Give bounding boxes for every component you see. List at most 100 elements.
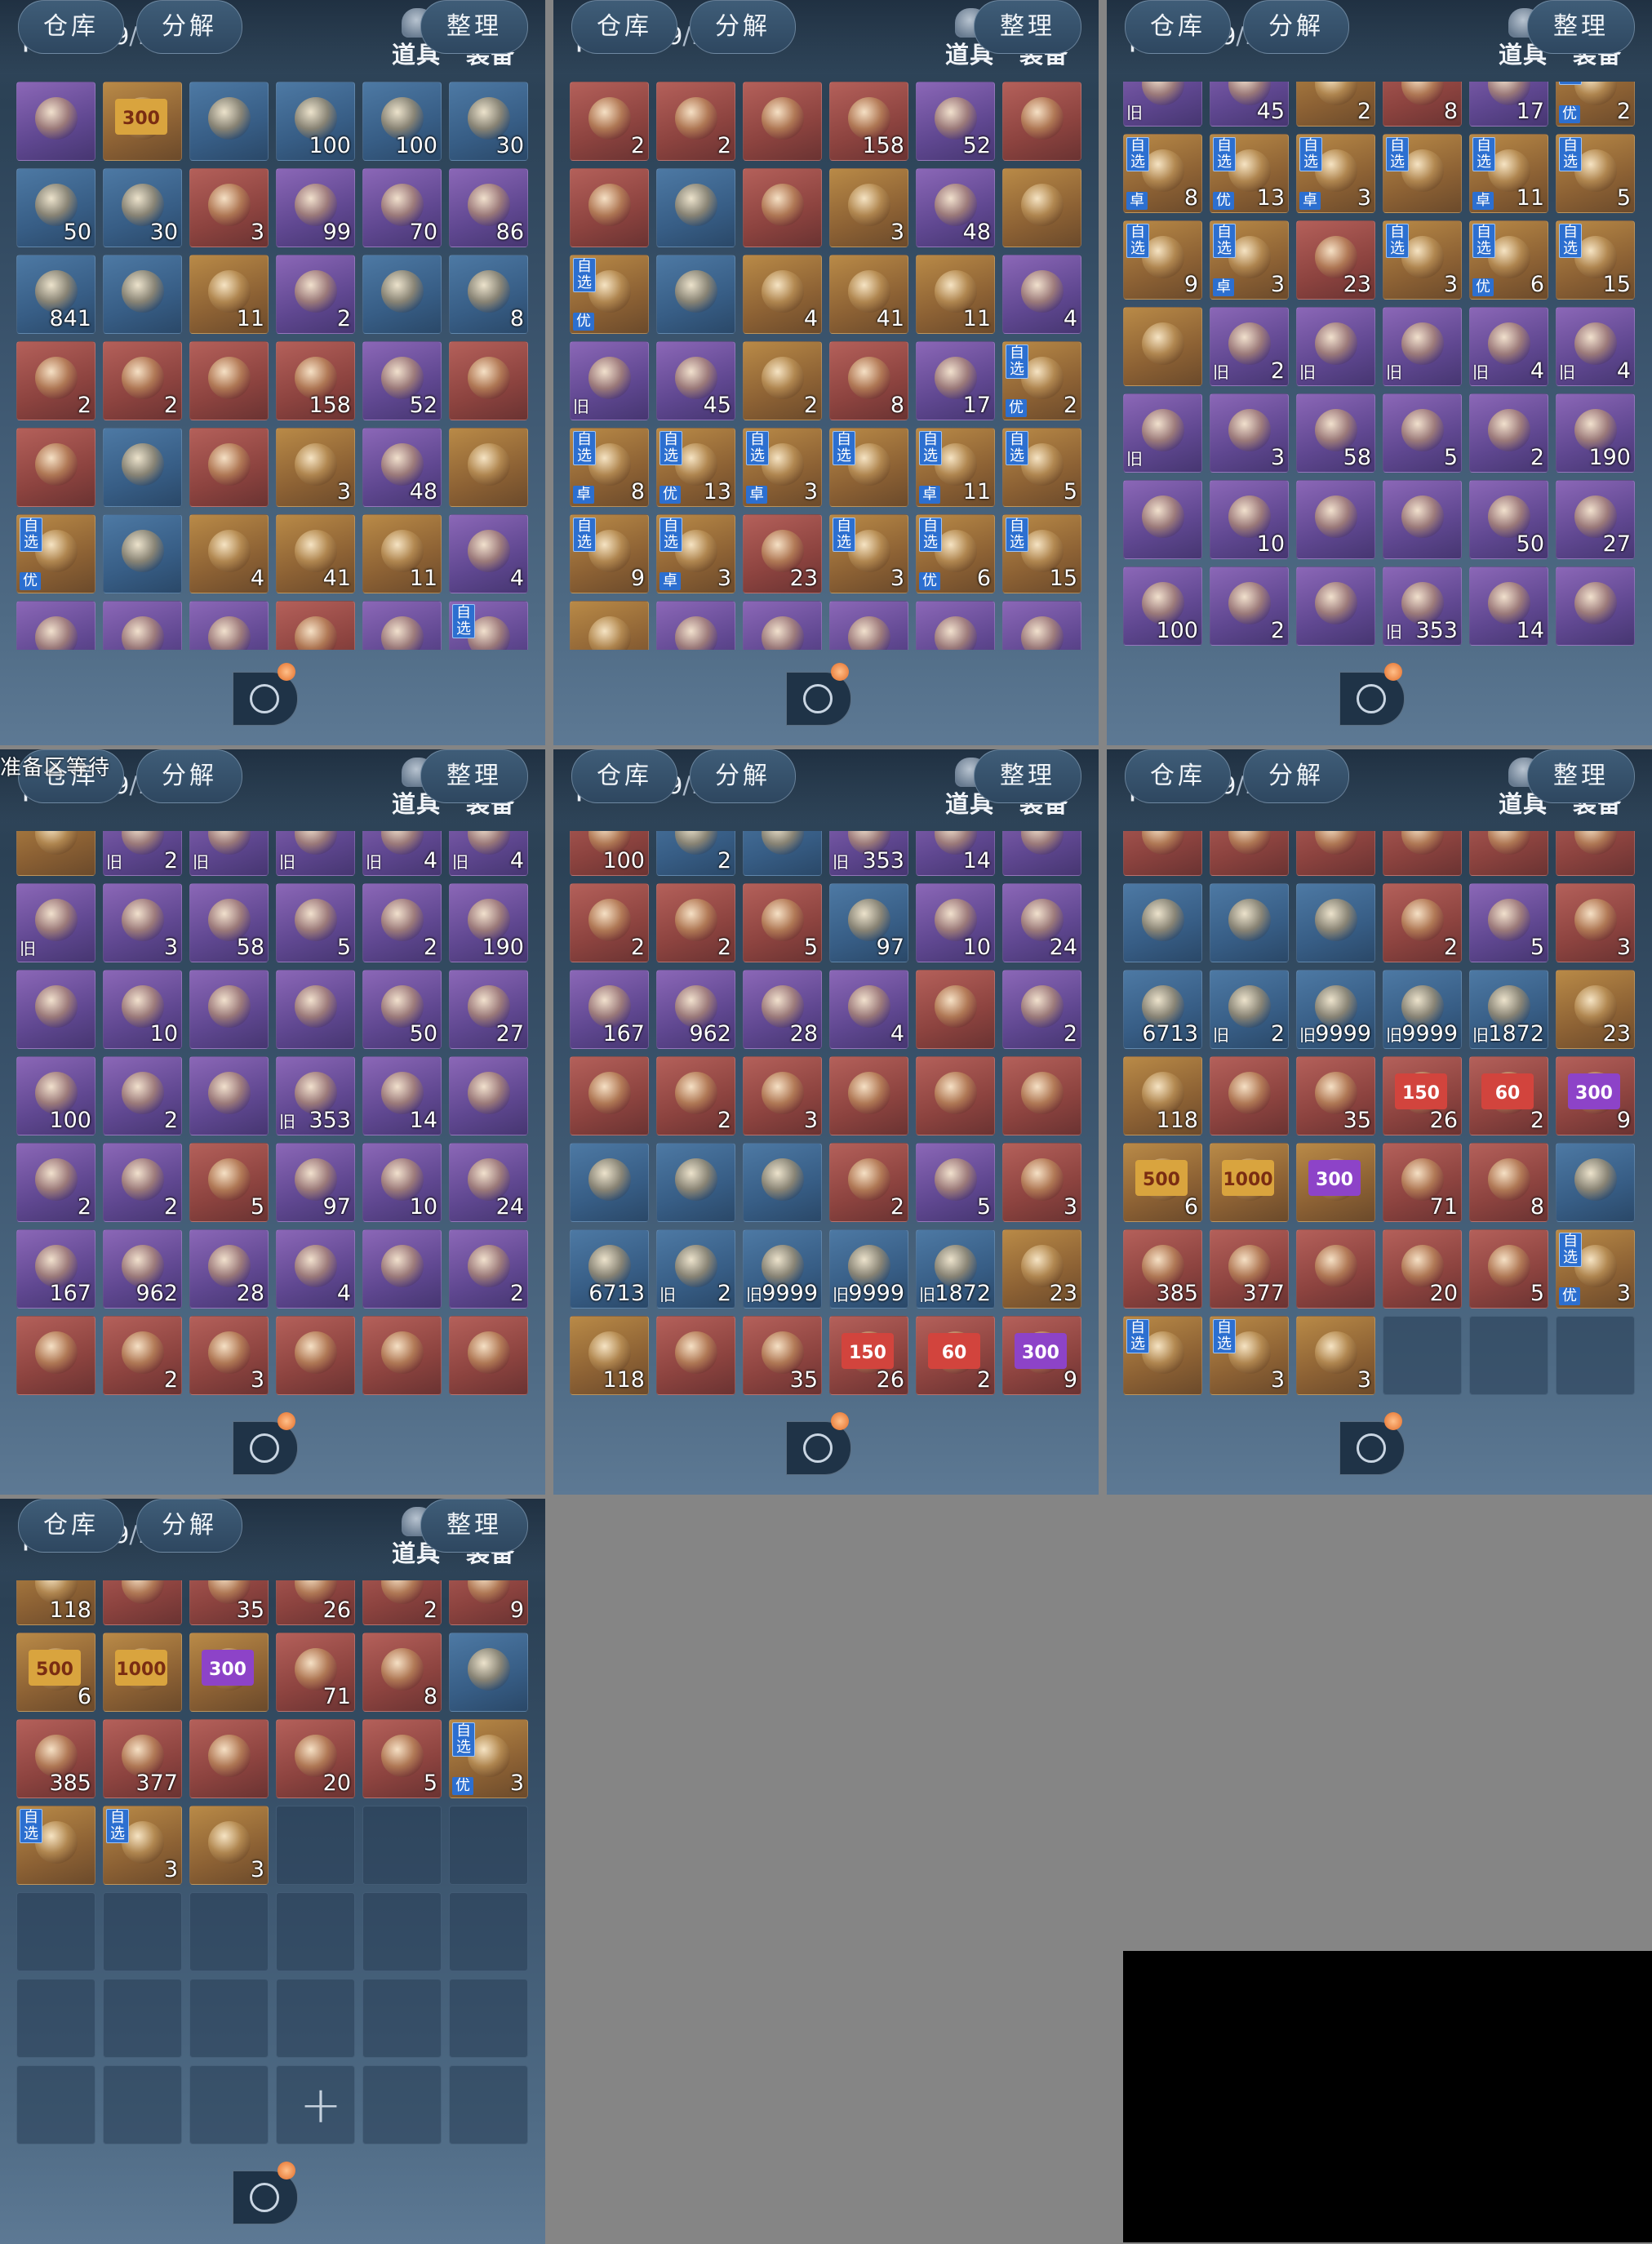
item-slot[interactable] [103, 255, 182, 334]
warehouse-button[interactable]: 仓库 [571, 749, 677, 803]
item-slot[interactable] [16, 1316, 95, 1395]
item-slot[interactable] [189, 2065, 269, 2144]
item-slot[interactable]: 旧 [570, 341, 649, 420]
warehouse-button[interactable]: 仓库 [571, 0, 677, 54]
item-slot[interactable] [16, 428, 95, 507]
item-slot[interactable]: 8 [1383, 82, 1462, 127]
item-slot[interactable]: 旧 9999 [829, 1229, 908, 1309]
item-slot[interactable]: 2 [829, 1143, 908, 1222]
item-slot[interactable]: 自选 [449, 601, 528, 650]
item-slot[interactable] [16, 2065, 95, 2144]
item-slot[interactable]: 11 [189, 255, 269, 334]
auto-decompose-toggle[interactable] [786, 1412, 851, 1475]
item-slot[interactable]: 150 26 [1383, 1056, 1462, 1135]
item-slot[interactable]: 自选卓 3 [1210, 220, 1289, 300]
item-slot[interactable]: 旧2 [656, 1229, 735, 1309]
item-slot[interactable] [103, 1979, 182, 2058]
item-slot[interactable] [276, 1806, 355, 1885]
item-slot[interactable]: 385 [16, 1719, 95, 1798]
item-slot[interactable]: 旧 9999 [1296, 970, 1375, 1049]
sort-button[interactable]: 整理 [974, 749, 1081, 803]
item-slot[interactable] [362, 1806, 442, 1885]
item-slot[interactable] [1469, 1316, 1548, 1395]
item-slot[interactable]: 自选 3 [829, 514, 908, 593]
item-slot[interactable] [743, 168, 822, 247]
item-slot[interactable]: 23 [1556, 970, 1635, 1049]
item-slot[interactable]: 28 [189, 1229, 269, 1309]
item-slot[interactable]: 300 [189, 1633, 269, 1712]
item-slot[interactable]: 17 [1469, 82, 1548, 127]
item-slot[interactable]: 4 [1002, 255, 1081, 334]
item-slot[interactable]: 500 6 [1123, 1143, 1202, 1222]
item-slot[interactable]: 23 [743, 514, 822, 593]
item-slot[interactable]: 自选卓 8 [1123, 134, 1202, 213]
item-slot[interactable]: 5 [1469, 883, 1548, 962]
item-slot[interactable] [16, 1979, 95, 2058]
item-slot[interactable]: 20 [276, 1719, 355, 1798]
expand-slot-plus-icon[interactable]: + [300, 2080, 342, 2131]
item-slot[interactable] [1002, 82, 1081, 161]
item-slot[interactable]: 自选卓 11 [1469, 134, 1548, 213]
item-slot[interactable]: 962 [103, 1229, 182, 1309]
item-slot[interactable]: 20 [1383, 1229, 1462, 1309]
sort-button[interactable]: 整理 [974, 0, 1081, 54]
item-slot[interactable] [16, 1892, 95, 1971]
item-slot[interactable]: 2 [1210, 567, 1289, 646]
item-slot[interactable]: 2 [16, 1143, 95, 1222]
item-slot[interactable]: 2 [1002, 970, 1081, 1049]
decompose-button[interactable]: 分解 [136, 0, 242, 54]
item-slot[interactable]: 300 [1296, 1143, 1375, 1222]
item-slot[interactable] [1556, 1143, 1635, 1222]
item-slot[interactable]: 52 [362, 341, 442, 420]
auto-decompose-toggle[interactable] [233, 663, 298, 726]
item-slot[interactable] [362, 1229, 442, 1309]
item-slot[interactable]: 旧 1872 [916, 1229, 995, 1309]
item-slot[interactable]: 2 [16, 341, 95, 420]
item-slot[interactable] [189, 601, 269, 650]
item-slot[interactable]: 2 [743, 341, 822, 420]
item-slot[interactable] [1002, 1056, 1081, 1135]
item-slot[interactable]: 自选优 2 [1002, 341, 1081, 420]
item-slot[interactable]: 2 [103, 1143, 182, 1222]
item-slot[interactable]: 旧2 [1210, 307, 1289, 386]
item-slot[interactable]: 自选 9 [1123, 220, 1202, 300]
item-slot[interactable]: 10 [916, 883, 995, 962]
item-slot[interactable]: 100 [276, 82, 355, 161]
item-slot[interactable]: 300 9 [1556, 1056, 1635, 1135]
item-slot[interactable]: 11 [916, 255, 995, 334]
item-slot[interactable] [449, 1056, 528, 1135]
sort-button[interactable]: 整理 [420, 0, 528, 54]
item-slot[interactable]: 3 [276, 428, 355, 507]
item-slot[interactable]: 2 [362, 883, 442, 962]
item-slot[interactable]: 2 [276, 255, 355, 334]
item-slot[interactable]: 377 [103, 1719, 182, 1798]
decompose-button[interactable]: 分解 [1243, 0, 1349, 54]
item-slot[interactable]: 24 [1002, 883, 1081, 962]
item-slot[interactable]: 500 6 [16, 1633, 95, 1712]
item-slot[interactable]: 3 [1210, 393, 1289, 473]
item-slot[interactable] [103, 1580, 182, 1625]
item-slot[interactable] [276, 1892, 355, 1971]
item-slot[interactable]: 2 [656, 831, 735, 876]
item-slot[interactable] [449, 1806, 528, 1885]
item-slot[interactable]: 旧 353 [276, 1056, 355, 1135]
item-slot[interactable]: 8 [829, 341, 908, 420]
item-slot[interactable]: 旧 353 [1383, 567, 1462, 646]
decompose-button[interactable]: 分解 [136, 749, 242, 803]
auto-decompose-toggle[interactable] [233, 1412, 298, 1475]
item-slot[interactable]: 4 [189, 514, 269, 593]
item-slot[interactable] [362, 1316, 442, 1395]
item-slot[interactable]: 自选优 3 [1556, 1229, 1635, 1309]
item-slot[interactable]: 48 [362, 428, 442, 507]
item-slot[interactable]: 自选优 [16, 514, 95, 593]
item-slot[interactable]: 58 [1296, 393, 1375, 473]
item-slot[interactable] [1296, 567, 1375, 646]
item-slot[interactable]: 旧 [16, 883, 95, 962]
item-slot[interactable]: 14 [916, 831, 995, 876]
item-slot[interactable]: 自选优 2 [1556, 82, 1635, 127]
item-slot[interactable] [1469, 831, 1548, 876]
item-slot[interactable] [916, 970, 995, 1049]
item-slot[interactable] [103, 1892, 182, 1971]
item-slot[interactable]: 1000 [103, 1633, 182, 1712]
item-slot[interactable]: 旧4 [1556, 307, 1635, 386]
